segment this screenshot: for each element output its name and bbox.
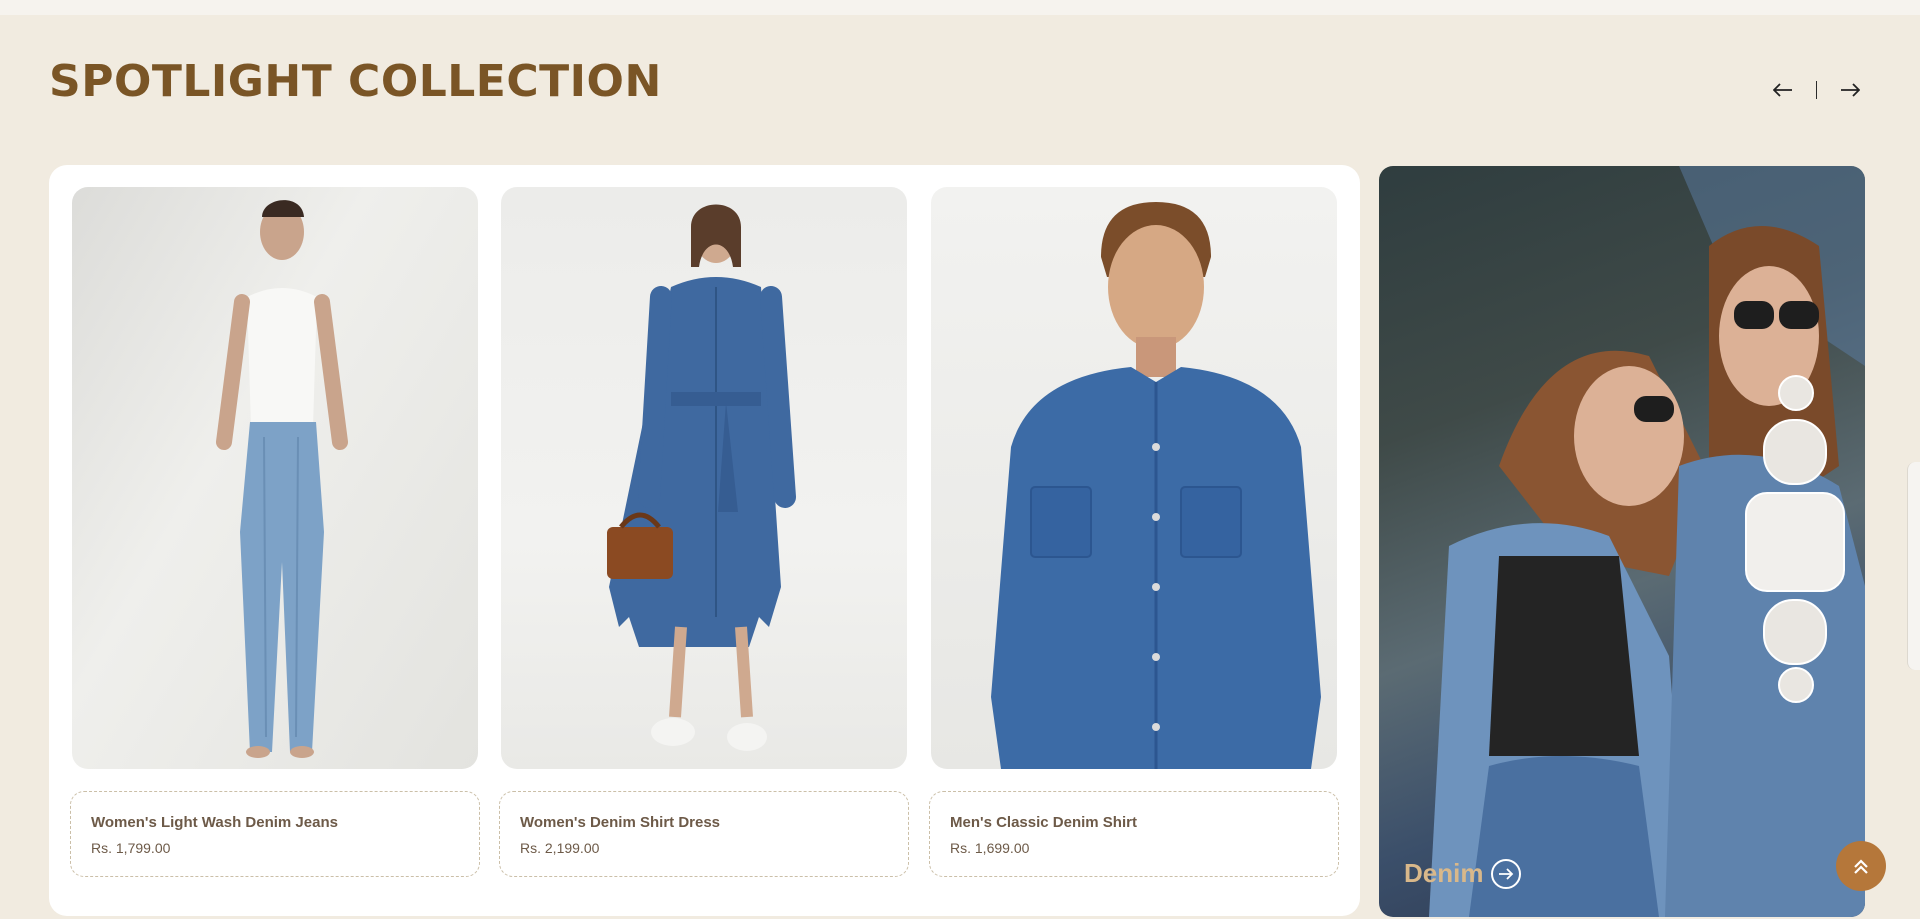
product-photo [991,202,1321,769]
carousel-nav [1768,78,1865,102]
product-info: Men's Classic Denim Shirt Rs. 1,699.00 [929,791,1339,877]
product-name[interactable]: Women's Denim Shirt Dress [520,814,888,831]
product-image[interactable] [501,187,907,769]
product-card[interactable]: Men's Classic Denim Shirt Rs. 1,699.00 [929,187,1339,877]
product-name[interactable]: Women's Light Wash Denim Jeans [91,814,459,831]
prev-button[interactable] [1768,78,1798,102]
product-image[interactable] [72,187,478,769]
feature-label[interactable]: Denim [1404,858,1522,889]
product-photo [607,204,796,751]
scroll-to-top-button[interactable] [1836,841,1886,891]
arrow-right-circle-icon [1491,858,1522,889]
next-button[interactable] [1835,78,1865,102]
arrow-left-icon [1773,83,1792,97]
section-title: SPOTLIGHT COLLECTION [49,56,662,107]
top-bar [0,0,1920,15]
product-price: Rs. 2,199.00 [520,840,600,856]
double-chevron-up-icon [1854,859,1868,874]
thumbnail[interactable] [1778,667,1814,703]
product-price: Rs. 1,699.00 [950,840,1030,856]
thumbnail-active[interactable] [1745,492,1845,592]
thumbnail[interactable] [1778,375,1814,411]
product-card[interactable]: Women's Light Wash Denim Jeans Rs. 1,799… [70,187,480,877]
product-price: Rs. 1,799.00 [91,840,171,856]
product-info: Women's Denim Shirt Dress Rs. 2,199.00 [499,791,909,877]
thumbnail[interactable] [1763,599,1827,665]
feature-label-text: Denim [1404,858,1484,888]
side-tab[interactable] [1907,462,1920,670]
products-panel: Women's Light Wash Denim Jeans Rs. 1,799… [49,165,1360,916]
product-photo [216,200,348,758]
nav-divider [1816,81,1817,99]
product-info: Women's Light Wash Denim Jeans Rs. 1,799… [70,791,480,877]
thumbnail[interactable] [1763,419,1827,485]
product-image[interactable] [931,187,1337,769]
arrow-right-icon [1841,83,1860,97]
product-card[interactable]: Women's Denim Shirt Dress Rs. 2,199.00 [499,187,909,877]
product-name[interactable]: Men's Classic Denim Shirt [950,814,1318,831]
